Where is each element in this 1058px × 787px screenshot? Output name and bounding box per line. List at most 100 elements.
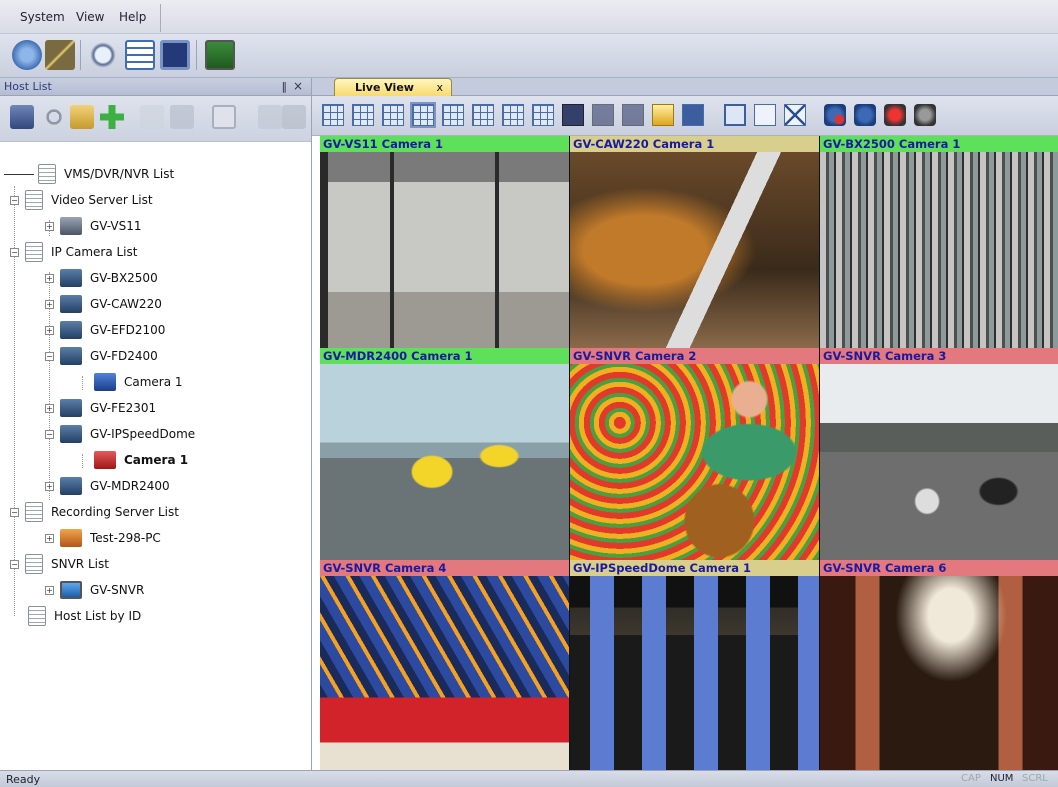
resize-icon[interactable] bbox=[754, 104, 776, 126]
tree-item-gv-fe2301[interactable]: + GV-FE2301 bbox=[45, 396, 156, 420]
layout-13-icon[interactable] bbox=[472, 104, 494, 126]
camera-tile[interactable]: GV-SNVR Camera 6 bbox=[820, 560, 1058, 770]
tree-item-label: GV-MDR2400 bbox=[90, 479, 170, 493]
layout-10-icon[interactable] bbox=[442, 104, 464, 126]
camera-tile[interactable]: GV-SNVR Camera 3 bbox=[820, 348, 1058, 560]
list-icon bbox=[38, 164, 56, 184]
caps-lock-indicator: CAP bbox=[961, 773, 981, 784]
tree-item-host-list-by-id[interactable]: Host List by ID bbox=[28, 604, 141, 628]
tree-item-ip-camera-list[interactable]: − IP Camera List bbox=[10, 240, 137, 264]
layout-20-icon[interactable] bbox=[532, 104, 554, 126]
camera-tile[interactable]: GV-SNVR Camera 4 bbox=[320, 560, 569, 770]
delete-icon[interactable] bbox=[42, 105, 66, 129]
collapse-icon[interactable]: − bbox=[45, 429, 54, 439]
list-view-icon[interactable] bbox=[125, 40, 155, 70]
layout-4-icon[interactable] bbox=[352, 104, 374, 126]
tree-item-gv-bx2500[interactable]: + GV-BX2500 bbox=[45, 266, 158, 290]
expand-icon[interactable]: + bbox=[45, 403, 54, 413]
camera-feed-city-traffic bbox=[820, 364, 1058, 560]
camera-feed-revolving-door bbox=[320, 152, 569, 348]
tree-item-test-298-pc[interactable]: + Test-298-PC bbox=[45, 526, 161, 550]
tree-item-video-server-list[interactable]: − Video Server List bbox=[10, 188, 153, 212]
tree-item-gv-snvr[interactable]: + GV-SNVR bbox=[45, 578, 144, 602]
tree-item-snvr-list[interactable]: − SNVR List bbox=[10, 552, 109, 576]
settings-gear-icon[interactable] bbox=[12, 40, 42, 70]
connect-icon bbox=[140, 105, 164, 129]
exit-icon[interactable] bbox=[205, 40, 235, 70]
camera-channel-active-icon bbox=[94, 451, 116, 469]
save-icon[interactable] bbox=[10, 105, 34, 129]
tree-item-label: SNVR List bbox=[51, 557, 109, 571]
expand-icon[interactable]: + bbox=[45, 273, 54, 283]
tree-item-vms-list[interactable]: VMS/DVR/NVR List bbox=[4, 162, 174, 186]
close-view-icon[interactable] bbox=[784, 104, 806, 126]
camera-tile[interactable]: GV-VS11 Camera 1 bbox=[320, 136, 569, 348]
expand-icon[interactable]: + bbox=[45, 533, 54, 543]
layout-6-icon[interactable] bbox=[382, 104, 404, 126]
tree-item-camera-1-active[interactable]: Camera 1 bbox=[94, 448, 188, 472]
tree-item-recording-server-list[interactable]: − Recording Server List bbox=[10, 500, 179, 524]
record-settings-icon[interactable] bbox=[914, 104, 936, 126]
expand-icon[interactable]: + bbox=[45, 299, 54, 309]
tree-item-label: GV-CAW220 bbox=[90, 297, 162, 311]
tree-item-label: IP Camera List bbox=[51, 245, 138, 259]
open-folder-icon[interactable] bbox=[70, 105, 94, 129]
search-icon[interactable] bbox=[88, 40, 118, 70]
page-icon[interactable] bbox=[682, 104, 704, 126]
layout-1-icon[interactable] bbox=[322, 104, 344, 126]
toolbar-divider bbox=[80, 40, 81, 70]
layout-48-icon[interactable] bbox=[622, 104, 644, 126]
disconnect-icon bbox=[170, 105, 194, 129]
camera-caption: GV-MDR2400 Camera 1 bbox=[320, 348, 569, 364]
tree-item-gv-vs11[interactable]: + GV-VS11 bbox=[45, 214, 142, 238]
expand-icon[interactable]: + bbox=[45, 481, 54, 491]
layout-36-icon[interactable] bbox=[592, 104, 614, 126]
menu-system[interactable]: System bbox=[20, 10, 65, 24]
camera-caption: GV-BX2500 Camera 1 bbox=[820, 136, 1058, 152]
collapse-icon[interactable]: − bbox=[10, 247, 19, 257]
expand-icon[interactable]: + bbox=[45, 325, 54, 335]
collapse-icon[interactable]: − bbox=[10, 507, 19, 517]
tree-item-gv-efd2100[interactable]: + GV-EFD2100 bbox=[45, 318, 165, 342]
tab-live-view[interactable]: Live View x bbox=[334, 78, 452, 97]
collapse-icon[interactable]: − bbox=[10, 195, 19, 205]
camera-tile[interactable]: GV-IPSpeedDome Camera 1 bbox=[570, 560, 819, 770]
collapse-icon[interactable]: − bbox=[10, 559, 19, 569]
camera-caption: GV-SNVR Camera 3 bbox=[820, 348, 1058, 364]
collapse-icon[interactable]: − bbox=[45, 351, 54, 361]
expand-icon[interactable]: + bbox=[45, 585, 54, 595]
tree-item-gv-fd2400[interactable]: − GV-FD2400 bbox=[45, 344, 158, 368]
tree-item-label: VMS/DVR/NVR List bbox=[64, 167, 175, 181]
layout-16-icon[interactable] bbox=[502, 104, 524, 126]
tree-item-gv-mdr2400[interactable]: + GV-MDR2400 bbox=[45, 474, 170, 498]
tree-item-camera-1[interactable]: Camera 1 bbox=[94, 370, 183, 394]
status-bar: Ready CAP NUM SCRL bbox=[0, 770, 1058, 787]
layout-9-icon[interactable] bbox=[410, 102, 436, 128]
menu-view[interactable]: View bbox=[76, 10, 104, 24]
folder-icon[interactable] bbox=[652, 104, 674, 126]
disconnect-camera-icon[interactable] bbox=[824, 104, 846, 126]
add-icon[interactable] bbox=[100, 105, 124, 129]
layout-25-icon[interactable] bbox=[562, 104, 584, 126]
camera-caption: GV-SNVR Camera 2 bbox=[570, 348, 819, 364]
expand-icon[interactable]: + bbox=[45, 221, 54, 231]
camera-tile[interactable]: GV-BX2500 Camera 1 bbox=[820, 136, 1058, 348]
camera-tile[interactable]: GV-MDR2400 Camera 1 bbox=[320, 348, 569, 560]
menu-help[interactable]: Help bbox=[119, 10, 146, 24]
screen-icon[interactable] bbox=[160, 40, 190, 70]
tree-item-gv-caw220[interactable]: + GV-CAW220 bbox=[45, 292, 162, 316]
tab-close-icon[interactable]: x bbox=[436, 81, 443, 94]
camera-caption: GV-VS11 Camera 1 bbox=[320, 136, 569, 152]
tree-item-label: GV-VS11 bbox=[90, 219, 142, 233]
tree-item-label: Test-298-PC bbox=[90, 531, 161, 545]
magic-wand-icon[interactable] bbox=[45, 40, 75, 70]
record-icon[interactable] bbox=[884, 104, 906, 126]
camera-tile[interactable]: GV-SNVR Camera 2 bbox=[570, 348, 819, 560]
pin-icon[interactable]: ‖ bbox=[282, 80, 288, 93]
close-icon[interactable]: × bbox=[293, 79, 303, 93]
camera-tile[interactable]: GV-CAW220 Camera 1 bbox=[570, 136, 819, 348]
scroll-lock-indicator: SCRL bbox=[1022, 773, 1048, 784]
snapshot-icon[interactable] bbox=[854, 104, 876, 126]
full-screen-icon[interactable] bbox=[724, 104, 746, 126]
tree-item-gv-ipspeeddome[interactable]: − GV-IPSpeedDome bbox=[45, 422, 195, 446]
